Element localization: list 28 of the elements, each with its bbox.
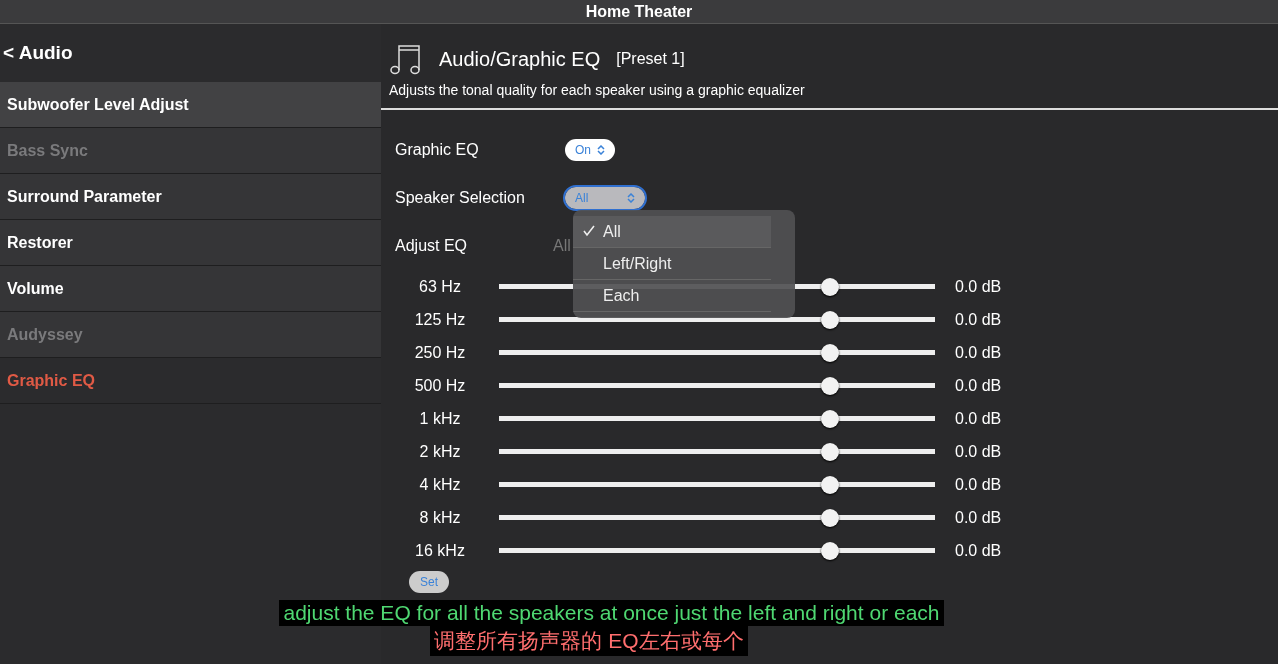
band-reading: 0.0 dB (955, 277, 1002, 296)
band-label: 1 kHz (418, 409, 462, 428)
band-label: 63 Hz (418, 277, 462, 296)
band-reading: 0.0 dB (955, 310, 1002, 329)
band-reading: 0.0 dB (955, 541, 1002, 560)
band-label: 8 kHz (418, 508, 462, 527)
band-label: 500 Hz (413, 376, 467, 395)
window-title: Home Theater (585, 2, 693, 21)
band-label: 2 kHz (418, 442, 462, 461)
option-label: Graphic EQ (395, 141, 480, 159)
option-label: Adjust EQ (395, 237, 469, 255)
band-reading: 0.0 dB (955, 376, 1002, 395)
preset-label: [Preset 1] (616, 50, 685, 68)
band-label: 4 kHz (418, 475, 462, 494)
band-label: 250 Hz (413, 343, 467, 362)
option-label: Speaker Selection (395, 189, 526, 207)
subtitle-text: adjust the EQ for all the speakers at once just the left and right or each (279, 600, 944, 626)
subtitle-text: 调整所有扬声器的 EQ左右或每个 (430, 626, 748, 656)
band-reading: 0.0 dB (955, 475, 1002, 494)
band-label: 16 kHz (414, 541, 466, 560)
band-reading: 0.0 dB (955, 343, 1002, 362)
page-title: Audio/Graphic EQ (439, 47, 601, 71)
band-reading: 0.0 dB (955, 508, 1002, 527)
band-reading: 0.0 dB (955, 442, 1002, 461)
band-label: 125 Hz (413, 310, 467, 329)
page-description: Adjusts the tonal quality for each speaker using a graphic equalizer (389, 82, 806, 98)
band-reading: 0.0 dB (955, 409, 1002, 428)
adjust-eq-value: All (553, 237, 571, 255)
